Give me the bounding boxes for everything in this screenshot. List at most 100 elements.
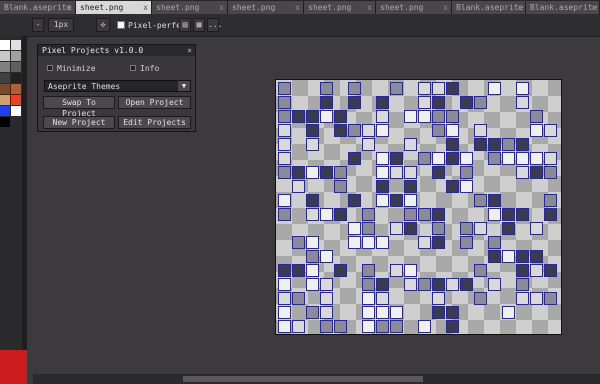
dialog-title-bar[interactable]: Pixel Projects v1.0.0 ×	[38, 45, 195, 56]
sprite-tile	[348, 194, 361, 207]
close-icon[interactable]: x	[67, 3, 72, 12]
sprite-tile	[432, 208, 445, 221]
pixel-perfect-checkbox[interactable]	[117, 21, 125, 29]
tab-label: Blank.aseprite	[4, 3, 72, 12]
sprite-tile	[460, 236, 473, 249]
sprite-sheet-canvas[interactable]	[275, 79, 562, 335]
dynamics-button[interactable]: ▦	[193, 18, 205, 32]
tab-0[interactable]: Blank.aseprite x	[0, 1, 76, 14]
sprite-tile	[334, 208, 347, 221]
sprite-tile	[320, 278, 333, 291]
info-checkbox[interactable]	[130, 65, 136, 71]
sprite-tile	[544, 124, 557, 137]
palette-swatch[interactable]	[0, 117, 10, 127]
palette-swatch[interactable]	[0, 62, 10, 72]
sprite-tile	[292, 264, 305, 277]
sprite-tile	[404, 138, 417, 151]
swap-to-project-button[interactable]: Swap To Project	[43, 96, 115, 118]
sprite-tile	[320, 166, 333, 179]
sprite-tile	[516, 278, 529, 291]
scrollbar-thumb[interactable]	[183, 376, 423, 382]
tab-5[interactable]: sheet.png x	[376, 1, 452, 14]
palette-swatch[interactable]	[11, 51, 21, 61]
palette-swatch[interactable]	[0, 40, 10, 50]
sprite-tile	[516, 96, 529, 109]
tab-4[interactable]: sheet.png x	[304, 1, 376, 14]
tab-3[interactable]: sheet.png x	[228, 1, 304, 14]
sprite-tile	[292, 292, 305, 305]
sprite-tile	[376, 124, 389, 137]
brush-angle-button[interactable]: ✣	[96, 18, 110, 32]
close-icon[interactable]: x	[219, 3, 224, 12]
sprite-tile	[516, 208, 529, 221]
sprite-tile	[460, 222, 473, 235]
sprite-tile	[516, 292, 529, 305]
palette-swatch[interactable]	[0, 84, 10, 94]
project-select[interactable]: Aseprite Themes ▼	[44, 80, 191, 92]
palette-swatch[interactable]	[0, 95, 10, 105]
sprite-tile	[418, 208, 431, 221]
palette-swatch[interactable]	[11, 40, 21, 50]
sprite-tile	[460, 166, 473, 179]
sprite-tile	[404, 278, 417, 291]
palette-swatch[interactable]	[11, 95, 21, 105]
sprite-tile	[488, 278, 501, 291]
sprite-tile	[502, 306, 515, 319]
close-icon[interactable]: x	[367, 3, 372, 12]
sprite-tile	[278, 82, 291, 95]
sprite-tile	[390, 264, 403, 277]
sprite-tile	[362, 306, 375, 319]
tab-6[interactable]: Blank.aseprite x	[452, 1, 526, 14]
sprite-tile	[278, 96, 291, 109]
sprite-tile	[502, 152, 515, 165]
horizontal-scrollbar[interactable]	[33, 374, 600, 384]
brush-size-minus-button[interactable]: -	[32, 18, 44, 32]
sprite-tile	[516, 250, 529, 263]
tab-7[interactable]: Blank.aseprite x	[526, 1, 600, 14]
sprite-tile	[446, 278, 459, 291]
sprite-tile	[292, 166, 305, 179]
close-icon[interactable]: x	[143, 3, 148, 12]
close-icon[interactable]: x	[517, 3, 522, 12]
sprite-tile	[460, 152, 473, 165]
ink-mode-button[interactable]: ▤	[179, 18, 191, 32]
sprite-tile	[502, 208, 515, 221]
sprite-tile	[446, 138, 459, 151]
sprite-tile	[404, 222, 417, 235]
info-label: Info	[140, 64, 160, 73]
sprite-tile	[460, 180, 473, 193]
close-icon[interactable]: ×	[187, 46, 192, 55]
close-icon[interactable]: x	[591, 3, 596, 12]
sprite-tile	[474, 222, 487, 235]
sprite-tile	[278, 110, 291, 123]
close-icon[interactable]: x	[295, 3, 300, 12]
sprite-tile	[376, 236, 389, 249]
palette-swatch[interactable]	[11, 73, 21, 83]
palette-swatch[interactable]	[11, 106, 21, 116]
sprite-tile	[446, 152, 459, 165]
sprite-tile	[306, 236, 319, 249]
brush-size-field[interactable]: 1px	[48, 18, 74, 32]
new-project-button[interactable]: New Project	[43, 116, 115, 129]
sprite-tile	[306, 124, 319, 137]
sprite-tile	[488, 208, 501, 221]
close-icon[interactable]: x	[443, 3, 448, 12]
sprite-tile	[278, 166, 291, 179]
palette-swatch[interactable]	[11, 62, 21, 72]
palette-swatch[interactable]	[11, 84, 21, 94]
tab-2[interactable]: sheet.png x	[152, 1, 228, 14]
tab-1[interactable]: sheet.png x	[76, 1, 152, 14]
palette-swatch[interactable]	[0, 51, 10, 61]
more-options-button[interactable]: ...	[207, 18, 222, 32]
palette-splitter[interactable]	[22, 36, 27, 350]
sprite-tile	[306, 278, 319, 291]
palette-swatch[interactable]	[0, 73, 10, 83]
palette-swatch[interactable]	[0, 106, 10, 116]
minimize-checkbox[interactable]	[47, 65, 53, 71]
sprite-tile	[502, 222, 515, 235]
chevron-down-icon[interactable]: ▼	[178, 81, 190, 91]
foreground-color-swatch[interactable]	[0, 350, 27, 384]
grid-icon: ▦	[196, 20, 202, 29]
open-project-button[interactable]: Open Project	[118, 96, 191, 109]
edit-projects-button[interactable]: Edit Projects	[118, 116, 191, 129]
